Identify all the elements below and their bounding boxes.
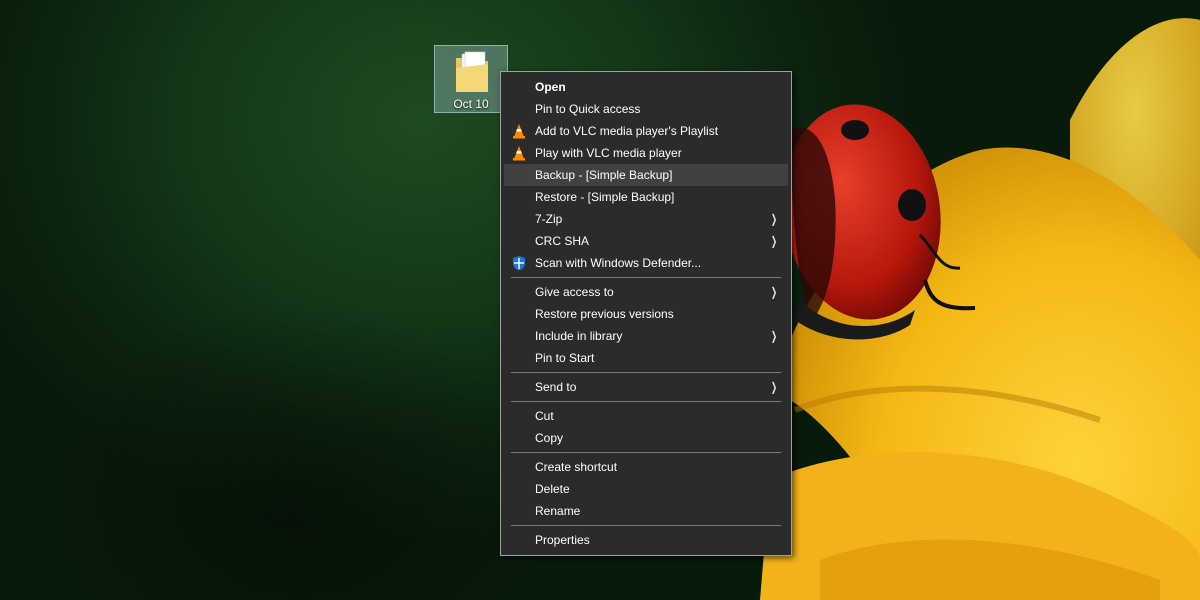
menu-item-label: Play with VLC media player	[535, 146, 682, 160]
menu-item-label: Scan with Windows Defender...	[535, 256, 702, 270]
menu-item-label: Cut	[535, 409, 554, 423]
chevron-right-icon: ❯	[770, 329, 777, 343]
menu-item-backup[interactable]: Backup - [Simple Backup]	[504, 164, 788, 186]
vlc-icon	[513, 146, 525, 161]
menu-item-delete[interactable]: Delete	[504, 478, 788, 500]
menu-item-pin-start[interactable]: Pin to Start	[504, 347, 788, 369]
menu-item-label: Create shortcut	[535, 460, 618, 474]
context-menu: Open Pin to Quick access Add to VLC medi…	[500, 71, 792, 556]
vlc-icon	[513, 124, 525, 139]
menu-item-label: Copy	[535, 431, 564, 445]
menu-item-create-shortcut[interactable]: Create shortcut	[504, 456, 788, 478]
menu-item-label: Open	[535, 80, 566, 94]
menu-item-vlc-playlist[interactable]: Add to VLC media player's Playlist	[504, 120, 788, 142]
menu-item-label: Backup - [Simple Backup]	[535, 168, 673, 182]
menu-item-label: Properties	[535, 533, 590, 547]
menu-item-crc-sha[interactable]: CRC SHA ❯	[504, 230, 788, 252]
windows-defender-icon	[513, 256, 525, 271]
chevron-right-icon: ❯	[770, 212, 777, 226]
menu-item-label: Pin to Start	[535, 351, 595, 365]
menu-item-label: CRC SHA	[535, 234, 590, 248]
menu-item-open[interactable]: Open	[504, 76, 788, 98]
menu-item-copy[interactable]: Copy	[504, 427, 788, 449]
menu-item-cut[interactable]: Cut	[504, 405, 788, 427]
menu-item-restore[interactable]: Restore - [Simple Backup]	[504, 186, 788, 208]
menu-separator	[511, 372, 781, 373]
menu-item-include-library[interactable]: Include in library ❯	[504, 325, 788, 347]
menu-item-label: Restore previous versions	[535, 307, 674, 321]
menu-item-vlc-play[interactable]: Play with VLC media player	[504, 142, 788, 164]
menu-item-label: Rename	[535, 504, 581, 518]
menu-item-label: Include in library	[535, 329, 623, 343]
menu-item-7zip[interactable]: 7-Zip ❯	[504, 208, 788, 230]
chevron-right-icon: ❯	[770, 285, 777, 299]
folder-name-label: Oct 10	[453, 97, 489, 111]
menu-item-label: Give access to	[535, 285, 614, 299]
menu-item-label: Delete	[535, 482, 570, 496]
menu-separator	[511, 452, 781, 453]
menu-separator	[511, 277, 781, 278]
folder-icon	[456, 51, 488, 92]
menu-item-properties[interactable]: Properties	[504, 529, 788, 551]
menu-item-rename[interactable]: Rename	[504, 500, 788, 522]
menu-item-give-access[interactable]: Give access to ❯	[504, 281, 788, 303]
menu-separator	[511, 401, 781, 402]
menu-item-pin-quick-access[interactable]: Pin to Quick access	[504, 98, 788, 120]
menu-item-restore-previous[interactable]: Restore previous versions	[504, 303, 788, 325]
menu-item-windows-defender[interactable]: Scan with Windows Defender...	[504, 252, 788, 274]
menu-item-send-to[interactable]: Send to ❯	[504, 376, 788, 398]
menu-item-label: Add to VLC media player's Playlist	[535, 124, 719, 138]
menu-separator	[511, 525, 781, 526]
desktop-folder-oct10[interactable]: Oct 10	[434, 45, 508, 113]
menu-item-label: Send to	[535, 380, 577, 394]
menu-item-label: 7-Zip	[535, 212, 563, 226]
menu-item-label: Restore - [Simple Backup]	[535, 190, 675, 204]
chevron-right-icon: ❯	[770, 234, 777, 248]
chevron-right-icon: ❯	[770, 380, 777, 394]
menu-item-label: Pin to Quick access	[535, 102, 641, 116]
